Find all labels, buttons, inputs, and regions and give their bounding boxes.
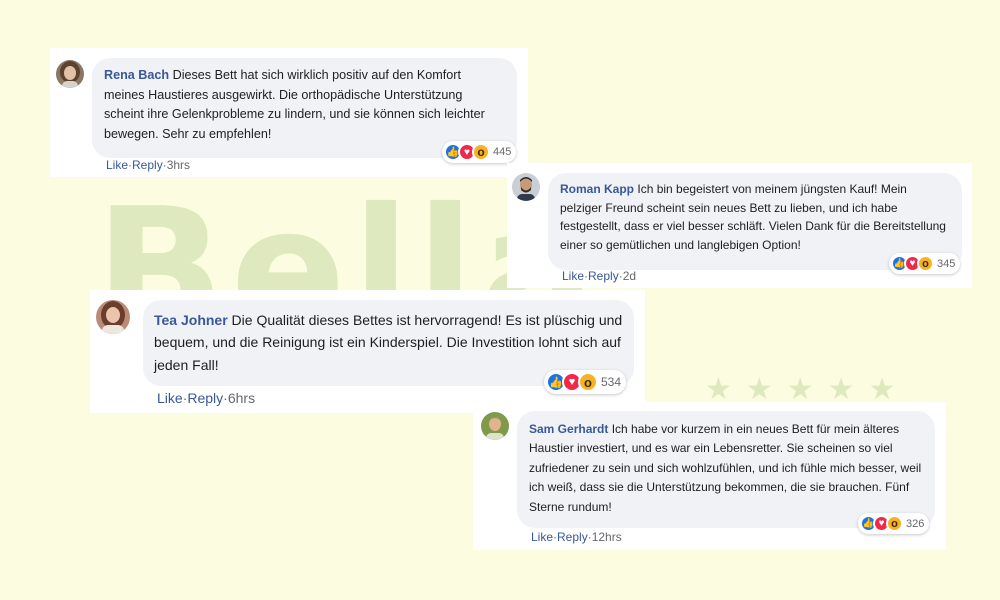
wow-icon: o [472, 143, 490, 161]
comment-actions: Like·Reply·6hrs [157, 390, 256, 406]
avatar[interactable] [56, 60, 84, 88]
reply-link[interactable]: Reply [557, 530, 588, 544]
comment-author[interactable]: Rena Bach [104, 68, 169, 82]
reaction-count: 345 [937, 257, 956, 270]
wow-icon: o [917, 255, 934, 272]
comment-actions: Like·Reply·3hrs [106, 158, 191, 172]
comment-bubble: Sam Gerhardt Ich habe vor kurzem in ein … [517, 411, 935, 528]
avatar[interactable] [512, 173, 540, 201]
comment-author[interactable]: Roman Kapp [560, 182, 634, 196]
comment-actions: Like·Reply·2d [562, 269, 637, 283]
comment-author[interactable]: Sam Gerhardt [529, 422, 608, 436]
reaction-summary[interactable]: 👍 ♥ o 345 [889, 253, 961, 274]
comment-actions: Like·Reply·12hrs [531, 530, 622, 544]
timestamp[interactable]: 6hrs [228, 390, 255, 406]
comment-card: Rena Bach Dieses Bett hat sich wirklich … [50, 48, 528, 177]
timestamp[interactable]: 2d [623, 269, 636, 283]
comment-card: Roman Kapp Ich bin begeistert von meinem… [507, 163, 972, 288]
wow-icon: o [886, 515, 903, 532]
wow-icon: o [578, 372, 598, 392]
reaction-count: 534 [601, 375, 622, 389]
like-link[interactable]: Like [106, 158, 128, 172]
reply-link[interactable]: Reply [132, 158, 163, 172]
reaction-summary[interactable]: 👍 ♥ o 534 [544, 370, 627, 394]
reaction-count: 326 [906, 517, 925, 530]
reaction-count: 445 [493, 146, 512, 158]
reaction-summary[interactable]: 👍 ♥ o 445 [442, 141, 517, 163]
comment-card: Sam Gerhardt Ich habe vor kurzem in ein … [473, 402, 946, 550]
avatar[interactable] [481, 412, 509, 440]
reply-link[interactable]: Reply [588, 269, 619, 283]
like-link[interactable]: Like [562, 269, 584, 283]
timestamp[interactable]: 3hrs [167, 158, 190, 172]
reaction-summary[interactable]: 👍 ♥ o 326 [858, 513, 930, 534]
like-link[interactable]: Like [531, 530, 553, 544]
avatar[interactable] [96, 300, 130, 334]
like-link[interactable]: Like [157, 390, 183, 406]
comment-card: Tea Johner Die Qualität dieses Bettes is… [90, 290, 645, 413]
timestamp[interactable]: 12hrs [592, 530, 622, 544]
reply-link[interactable]: Reply [187, 390, 223, 406]
comment-author[interactable]: Tea Johner [154, 312, 228, 328]
